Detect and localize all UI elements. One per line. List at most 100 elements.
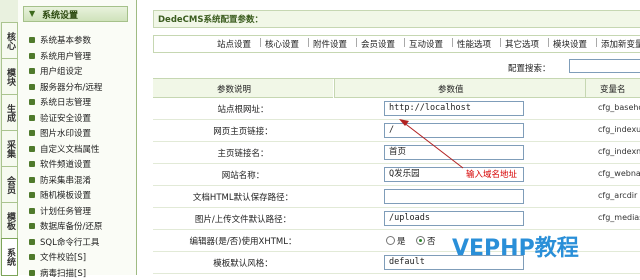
sidebar-menu-item[interactable]: 防采集串混淆 bbox=[23, 174, 133, 187]
config-row: 文档HTML默认保存路径： cfg_arcdir bbox=[153, 186, 640, 208]
column-header-var-label: 变量名 bbox=[600, 85, 626, 95]
column-header-var: 变量名 bbox=[585, 79, 640, 98]
config-var-name: cfg_medias_dir bbox=[598, 213, 640, 222]
sidebar-menu-item-label: 服务器分布/远程 bbox=[40, 82, 103, 93]
config-row: 图片/上传文件默认路径： /uploads cfg_medias_dir bbox=[153, 208, 640, 230]
menu-bullet-icon bbox=[29, 161, 35, 167]
sidebar-menu-item[interactable]: 验证安全设置 bbox=[23, 112, 133, 125]
category-tab-generate[interactable]: 生成 bbox=[1, 94, 18, 132]
settings-tab[interactable]: 互动设置 bbox=[409, 38, 443, 50]
collapse-arrow-icon: ▼ bbox=[29, 9, 36, 18]
category-tab-module[interactable]: 模块 bbox=[1, 58, 18, 96]
menu-bullet-icon bbox=[29, 114, 35, 121]
sidebar-menu-item-label: 软件频道设置 bbox=[40, 160, 92, 170]
settings-tab[interactable]: 核心设置 bbox=[265, 38, 299, 50]
config-row-label: 文档HTML默认保存路径： bbox=[192, 193, 294, 203]
config-var-name: cfg_indexurl bbox=[598, 125, 640, 134]
settings-tab[interactable]: 其它选项 bbox=[505, 38, 539, 50]
radio-no-label: 否 bbox=[427, 237, 436, 247]
config-var-name: cfg_webname bbox=[598, 169, 640, 178]
sidebar-menu-item-label: 数据库备份/还原 bbox=[40, 222, 103, 232]
config-value-input[interactable]: /uploads bbox=[384, 211, 524, 226]
config-value-input[interactable]: http://localhost bbox=[384, 101, 524, 116]
config-value-input[interactable]: / bbox=[384, 123, 524, 138]
menu-bullet-icon bbox=[29, 130, 35, 136]
category-tab-core[interactable]: 核心 bbox=[1, 22, 18, 60]
config-row-label: 图片/上传文件默认路径： bbox=[194, 215, 292, 225]
page-title: DedeCMS系统配置参数： bbox=[158, 15, 263, 25]
sidebar-menu-item[interactable]: 病毒扫描[S] bbox=[23, 267, 133, 280]
sidebar-menu-item[interactable]: 系统用户管理 bbox=[23, 50, 133, 63]
sidebar-menu-item[interactable]: 服务器分布/远程 bbox=[23, 81, 133, 94]
category-tab-system[interactable]: 系统 bbox=[1, 238, 18, 276]
config-row: 主页链接名： 首页 cfg_indexname bbox=[153, 142, 640, 164]
tab-separator: | bbox=[307, 38, 310, 48]
sidebar-menu-item-label: 系统日志管理 bbox=[40, 98, 92, 108]
config-row-label: 网站名称： bbox=[221, 171, 265, 181]
sidebar-menu-item-label: 验证安全设置 bbox=[40, 113, 92, 124]
settings-tab[interactable]: 性能选项 bbox=[457, 38, 491, 50]
search-input[interactable] bbox=[569, 59, 640, 73]
sidebar-menu-item[interactable]: 用户组设定 bbox=[23, 65, 133, 78]
config-var-name: cfg_basehost bbox=[598, 103, 640, 112]
radio-no[interactable] bbox=[416, 236, 425, 245]
sidebar-menu-item-label: 防采集串混淆 bbox=[40, 175, 92, 186]
sidebar-menu-item-label: 随机模板设置 bbox=[40, 191, 92, 201]
category-tab-member[interactable]: 会员 bbox=[1, 166, 18, 204]
column-header-desc: 参数说明 bbox=[153, 79, 333, 98]
config-row-label: 模板默认风格： bbox=[213, 259, 273, 269]
sidebar-menu-item[interactable]: 图片水印设置 bbox=[23, 127, 133, 140]
radio-yes-label: 是 bbox=[397, 237, 406, 247]
menu-bullet-icon bbox=[29, 192, 35, 198]
sidebar-menu-item[interactable]: 随机模板设置 bbox=[23, 189, 133, 202]
config-row-label: 主页链接名： bbox=[217, 149, 269, 159]
config-row-label: 网页主页链接： bbox=[213, 127, 273, 137]
sidebar-menu-item-label: 系统基本参数 bbox=[40, 36, 92, 46]
settings-tab[interactable]: 会员设置 bbox=[361, 38, 395, 50]
config-row: 站点根网址： http://localhost cfg_basehost bbox=[153, 98, 640, 120]
menu-bullet-icon bbox=[29, 254, 35, 260]
settings-tab[interactable]: 添加新变量 bbox=[601, 38, 640, 50]
sidebar-menu-item[interactable]: 自定义文档属性 bbox=[23, 143, 133, 156]
settings-tab[interactable]: 站点设置 bbox=[217, 38, 251, 50]
column-header-desc-label: 参数说明 bbox=[217, 85, 252, 95]
category-tab-template[interactable]: 模板 bbox=[1, 202, 18, 240]
config-value-input[interactable]: 首页 bbox=[384, 145, 524, 160]
sidebar-menu-item-label: 文件校验[S] bbox=[40, 253, 87, 263]
tab-separator: | bbox=[403, 38, 406, 48]
sidebar-menu-item[interactable]: 文件校验[S] bbox=[23, 251, 133, 264]
settings-tab[interactable]: 模块设置 bbox=[553, 38, 587, 50]
config-var-name: cfg_arcdir bbox=[598, 191, 638, 200]
watermark-text: VEPHP教程 bbox=[452, 236, 579, 261]
config-search-row: 配置搜索： bbox=[153, 58, 640, 75]
tab-separator: | bbox=[259, 38, 262, 48]
menu-bullet-icon bbox=[29, 207, 35, 214]
config-value-input[interactable] bbox=[384, 189, 524, 204]
menu-bullet-icon bbox=[29, 176, 35, 183]
config-row: 网站名称：Q发乐园cfg_webname bbox=[153, 164, 640, 186]
menu-section-header[interactable]: ▼ 系统设置 bbox=[23, 6, 128, 22]
sidebar-menu-item[interactable]: 计划任务管理 bbox=[23, 205, 133, 218]
config-row-label: 编辑器(是/否)使用XHTML： bbox=[189, 237, 297, 247]
sidebar-menu-item[interactable]: 系统日志管理 bbox=[23, 96, 133, 109]
sidebar-menu-item[interactable]: SQL命令行工具 bbox=[23, 236, 133, 249]
settings-tab[interactable]: 附件设置 bbox=[313, 38, 347, 50]
tab-separator: | bbox=[547, 38, 550, 48]
category-tab-collect[interactable]: 采集 bbox=[1, 130, 18, 168]
sidebar-menu-item-label: 系统用户管理 bbox=[40, 51, 92, 62]
menu-bullet-icon bbox=[29, 83, 35, 90]
sidebar-menu-item-label: 计划任务管理 bbox=[40, 206, 92, 217]
sidebar-menu-item[interactable]: 系统基本参数 bbox=[23, 34, 133, 47]
config-row-label: 站点根网址： bbox=[217, 105, 269, 115]
config-var-name: cfg_indexname bbox=[598, 147, 640, 156]
sidebar-menu-item[interactable]: 软件频道设置 bbox=[23, 158, 133, 171]
menu-bullet-icon bbox=[29, 223, 35, 229]
tab-separator: | bbox=[451, 38, 454, 48]
menu-bullet-icon bbox=[29, 37, 35, 43]
sidebar-menu-item[interactable]: 数据库备份/还原 bbox=[23, 220, 133, 233]
sidebar-menu-item-label: 图片水印设置 bbox=[40, 129, 92, 139]
radio-yes[interactable] bbox=[386, 236, 395, 245]
annotation-text: 输入域名地址 bbox=[466, 170, 518, 180]
sidebar-menu-item-label: SQL命令行工具 bbox=[40, 237, 100, 248]
settings-tab-bar: 站点设置 | 核心设置 | 附件设置 | 会员设置 | 互动设置 | 性能选项 | 其它选项 | 模块设置 |… bbox=[153, 35, 640, 53]
